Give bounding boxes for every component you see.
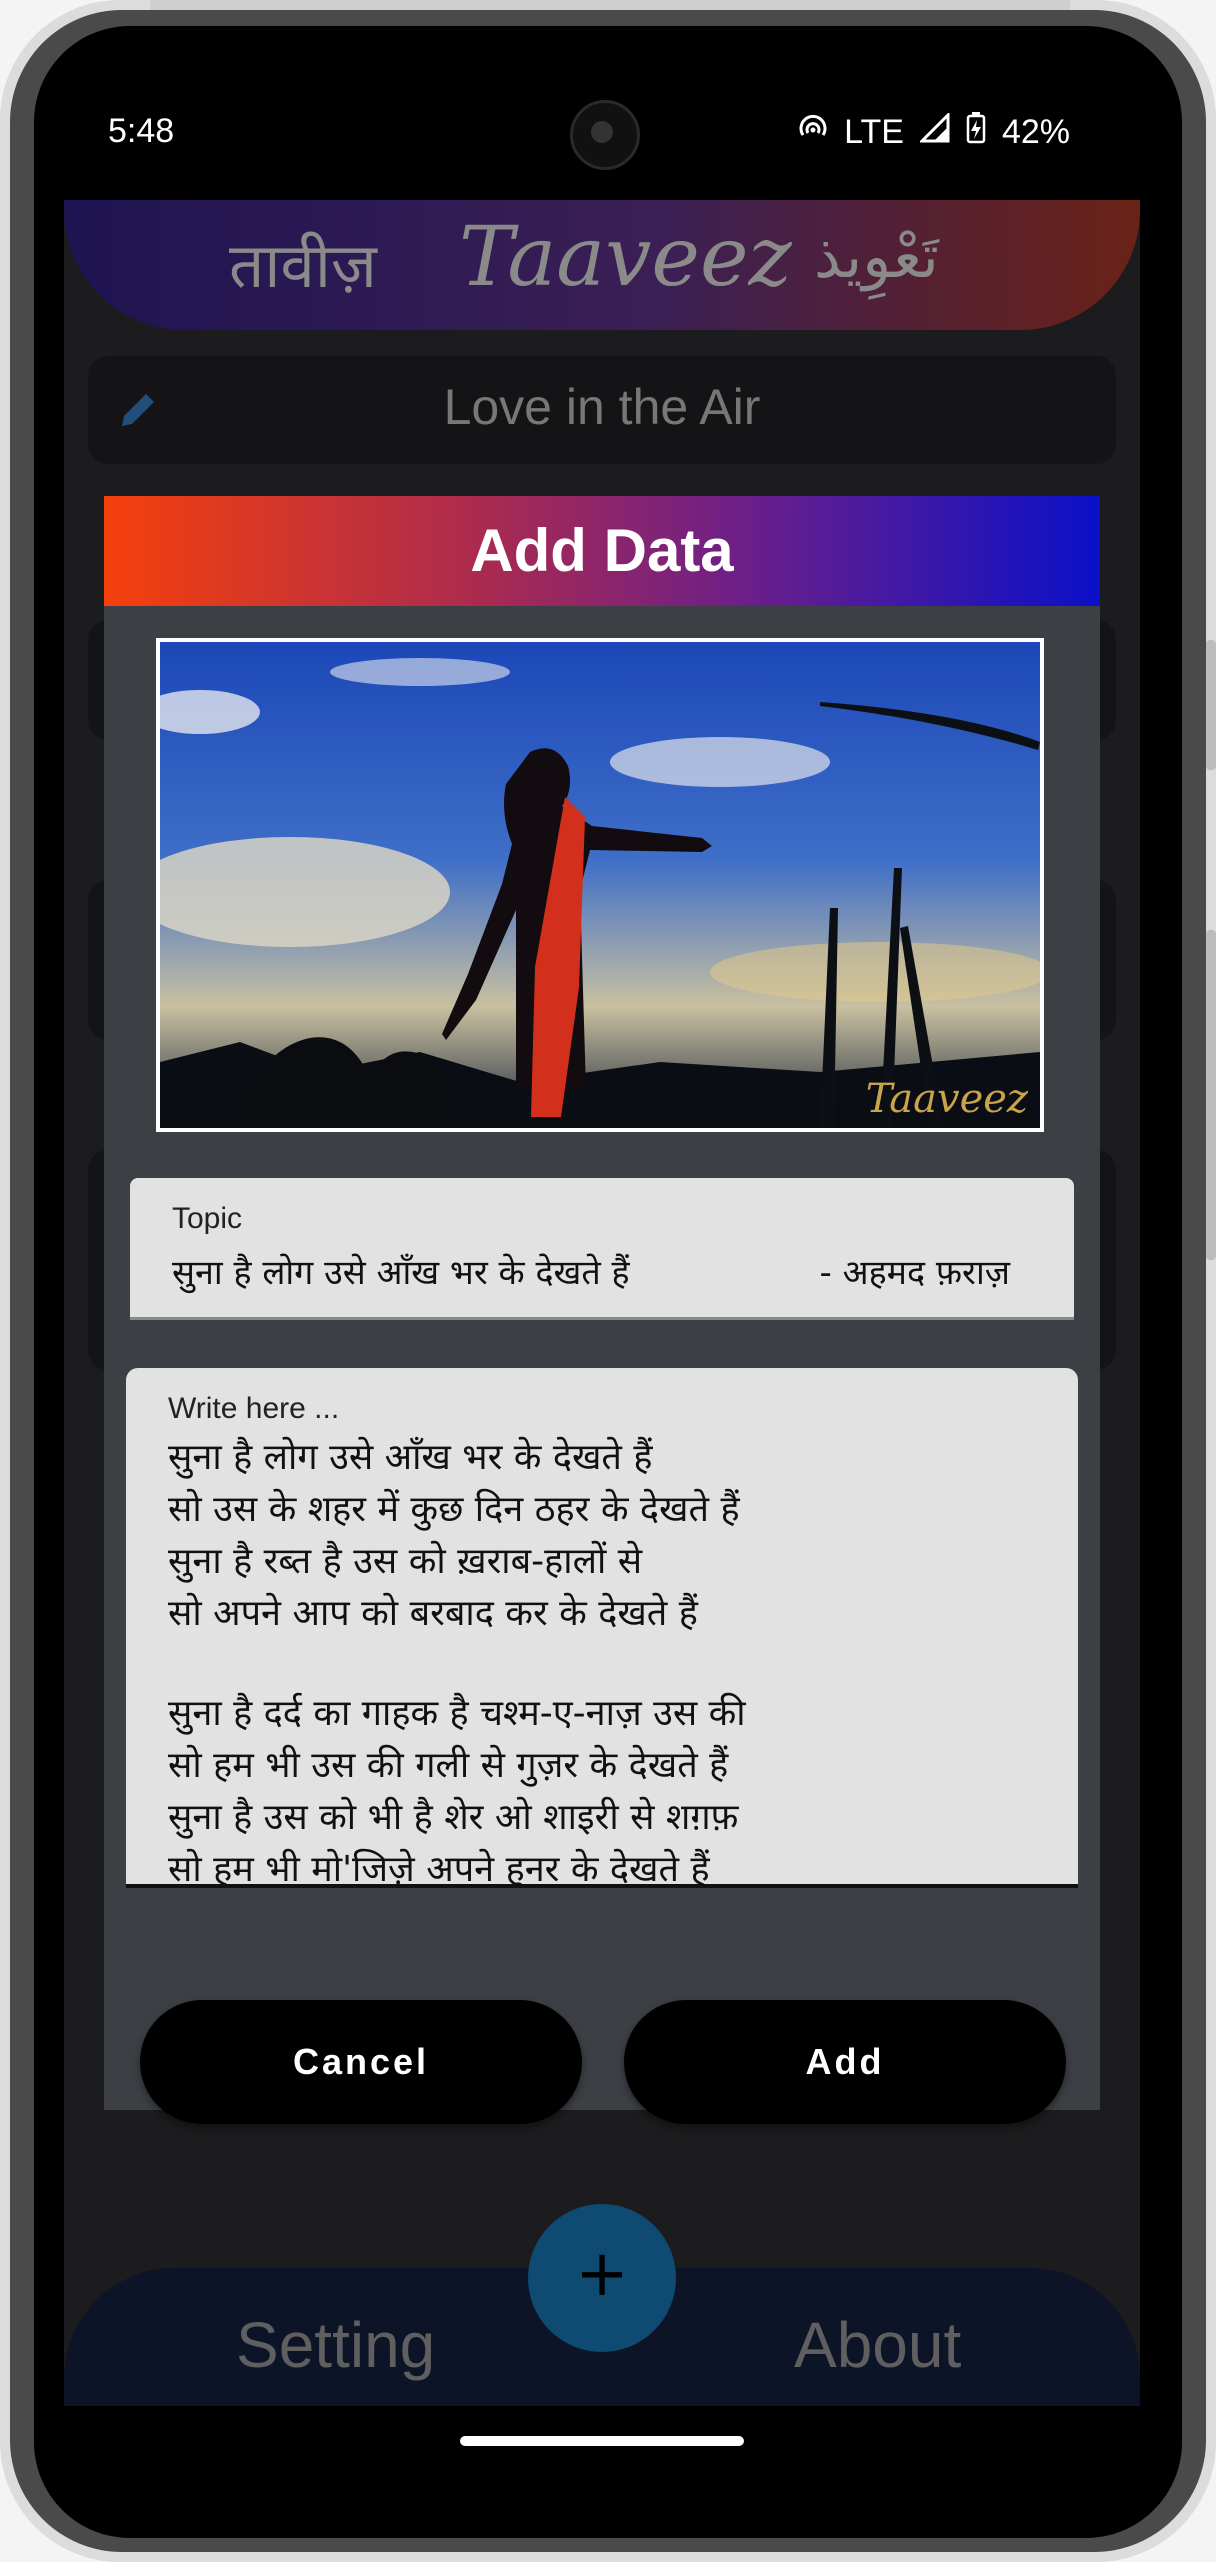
status-time: 5:48	[108, 112, 175, 150]
topic-value: सुना है लोग उसे आँख भर के देखते हैं	[172, 1253, 630, 1293]
nav-about[interactable]: About	[794, 2308, 961, 2382]
status-bar: 5:48 LTE 42%	[64, 50, 1140, 200]
add-button[interactable]: Add	[624, 2000, 1066, 2124]
poem-line: सुना है रब्त है उस को ख़राब-हालों से	[168, 1541, 643, 1582]
status-icons: LTE 42%	[798, 111, 1070, 152]
topic-field[interactable]: Topic सुना है लोग उसे आँख भर के देखते है…	[130, 1178, 1074, 1320]
battery-percent: 42%	[1001, 112, 1070, 151]
poem-image[interactable]: Taaveez	[156, 638, 1044, 1132]
poem-line: सो अपने आप को बरबाद कर के देखते हैं	[168, 1593, 698, 1634]
poem-line: सुना है लोग उसे आँख भर के देखते हैं	[168, 1437, 653, 1478]
app-name-latin: Taaveez	[459, 210, 792, 305]
poem-line: सुना है दर्द का गाहक है चश्म-ए-नाज़ उस क…	[168, 1693, 746, 1734]
home-gesture-pill[interactable]	[460, 2436, 744, 2446]
title-row: Love in the Air	[88, 356, 1116, 464]
poem-line: सुना है उस को भी है शेर ओ शाइरी से शग़फ़	[168, 1797, 739, 1838]
volume-button	[1206, 640, 1216, 770]
poem-line: सो हम भी उस की गली से गुज़र के देखते हैं	[168, 1745, 729, 1786]
poem-text-content: सुना है लोग उसे आँख भर के देखते हैं सो उ…	[168, 1432, 1038, 1888]
current-title: Love in the Air	[443, 379, 761, 435]
cancel-button[interactable]: Cancel	[140, 2000, 582, 2124]
front-camera	[570, 100, 640, 170]
add-data-dialog: Add Data Taaveez Topic सुना है लोग उसे आ…	[104, 496, 1100, 2124]
write-label: Write here ...	[168, 1392, 340, 1425]
network-type: LTE	[844, 112, 904, 151]
device-frame: 5:48 LTE 42% तावीज़ Taaveez تَعْوِیذ Lov…	[0, 0, 1216, 2562]
battery-charging-icon	[966, 112, 986, 152]
nav-setting[interactable]: Setting	[236, 2308, 435, 2382]
poem-line: सो उस के शहर में कुछ दिन ठहर के देखते है…	[168, 1489, 740, 1530]
app-header-banner: तावीज़ Taaveez تَعْوِیذ	[64, 200, 1140, 330]
app-name-hindi: तावीज़	[229, 229, 377, 302]
topic-label: Topic	[172, 1202, 243, 1235]
poem-text-field[interactable]: Write here ... सुना है लोग उसे आँख भर के…	[126, 1368, 1078, 1888]
dialog-title: Add Data	[104, 496, 1100, 606]
signal-icon	[918, 111, 950, 151]
add-fab-button[interactable]: +	[528, 2204, 676, 2352]
poem-line: सो हम भी मो'जिज़े अपने हुनर के देखते हैं	[168, 1849, 710, 1888]
image-watermark: Taaveez	[865, 1076, 1028, 1122]
plus-icon: +	[575, 2237, 629, 2311]
poem-line	[168, 1640, 1038, 1688]
screen: 5:48 LTE 42% तावीज़ Taaveez تَعْوِیذ Lov…	[64, 50, 1140, 2470]
app-name-urdu: تَعْوِیذ	[814, 222, 939, 292]
power-button	[1206, 930, 1216, 1260]
hotspot-icon	[798, 113, 828, 151]
topic-author: - अहमद फ़राज़	[819, 1253, 1010, 1293]
